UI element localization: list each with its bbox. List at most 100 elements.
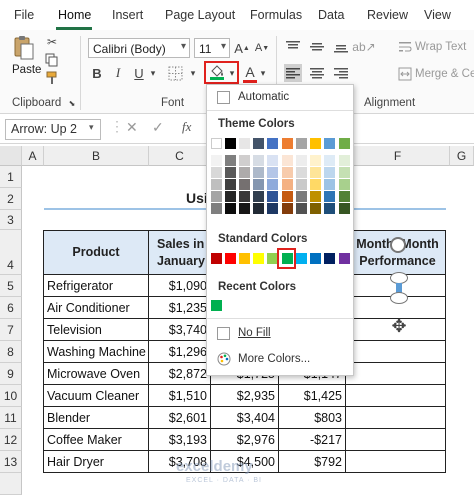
merge-center-icon[interactable] <box>398 67 412 81</box>
decrease-font-icon[interactable]: A ▼ <box>254 38 270 58</box>
chevron-down-icon[interactable]: ▾ <box>258 64 268 82</box>
theme-shade-swatch[interactable] <box>211 203 222 214</box>
tab-file[interactable]: File <box>14 8 34 22</box>
theme-shade-swatch[interactable] <box>239 167 250 178</box>
theme-shade-swatch[interactable] <box>253 191 264 202</box>
row-header[interactable] <box>0 473 22 495</box>
align-middle-icon[interactable] <box>308 38 326 56</box>
shape-handle[interactable] <box>390 292 408 304</box>
tab-data[interactable]: Data <box>318 8 344 22</box>
chevron-down-icon[interactable]: ▾ <box>148 64 158 82</box>
performance-cell[interactable] <box>346 407 446 429</box>
theme-color-swatch[interactable] <box>267 138 278 149</box>
theme-color-swatch[interactable] <box>282 138 293 149</box>
chevron-down-icon[interactable]: ▾ <box>89 122 94 133</box>
theme-shade-swatch[interactable] <box>282 203 293 214</box>
font-size-dropdown[interactable]: 11 ▾ <box>194 38 230 58</box>
bold-button[interactable]: B <box>89 64 105 82</box>
theme-shade-swatch[interactable] <box>339 179 350 190</box>
sales-january-cell[interactable]: $1,510 <box>149 385 211 407</box>
theme-shade-swatch[interactable] <box>324 203 335 214</box>
theme-color-swatch[interactable] <box>310 138 321 149</box>
theme-color-swatch[interactable] <box>211 138 222 149</box>
theme-shade-swatch[interactable] <box>253 203 264 214</box>
theme-shade-swatch[interactable] <box>324 179 335 190</box>
row-header[interactable]: 12 <box>0 429 22 451</box>
theme-shade-swatch[interactable] <box>267 155 278 166</box>
theme-shade-swatch[interactable] <box>253 155 264 166</box>
row-header[interactable]: 13 <box>0 451 22 473</box>
product-cell[interactable]: Air Conditioner <box>44 297 149 319</box>
sales-january-cell[interactable]: $3,740 <box>149 319 211 341</box>
wrap-text-icon[interactable] <box>398 40 412 54</box>
standard-color-swatch[interactable] <box>225 253 236 264</box>
theme-shade-swatch[interactable] <box>296 167 307 178</box>
theme-shade-swatch[interactable] <box>282 167 293 178</box>
theme-shade-swatch[interactable] <box>239 191 250 202</box>
format-painter-icon[interactable] <box>44 71 60 85</box>
product-cell[interactable]: Blender <box>44 407 149 429</box>
row-header[interactable]: 8 <box>0 341 22 363</box>
performance-cell[interactable] <box>346 451 446 473</box>
sales-january-cell[interactable]: $3,193 <box>149 429 211 451</box>
tab-home[interactable]: Home <box>58 8 91 22</box>
product-cell[interactable]: Vacuum Cleaner <box>44 385 149 407</box>
product-cell[interactable]: Washing Machine <box>44 341 149 363</box>
standard-color-swatch[interactable] <box>324 253 335 264</box>
automatic-color-swatch[interactable] <box>217 91 230 104</box>
sales-january-cell[interactable]: $2,601 <box>149 407 211 429</box>
standard-color-swatch[interactable] <box>253 253 264 264</box>
theme-shade-swatch[interactable] <box>324 167 335 178</box>
chevron-down-icon[interactable]: ▾ <box>188 64 198 82</box>
theme-color-swatch[interactable] <box>225 138 236 149</box>
theme-shade-swatch[interactable] <box>225 191 236 202</box>
align-top-icon[interactable] <box>284 38 302 56</box>
row-header[interactable]: 6 <box>0 297 22 319</box>
performance-cell[interactable] <box>346 363 446 385</box>
wrap-text-label[interactable]: Wrap Text <box>415 41 466 53</box>
sales-january-cell[interactable]: $1,235 <box>149 297 211 319</box>
column-header[interactable]: G <box>450 146 474 166</box>
borders-icon[interactable] <box>164 64 186 82</box>
row-header[interactable]: 7 <box>0 319 22 341</box>
align-left-icon[interactable] <box>284 64 302 82</box>
theme-shade-swatch[interactable] <box>296 203 307 214</box>
row-header[interactable]: 1 <box>0 166 22 188</box>
paste-label[interactable]: Paste <box>12 64 41 76</box>
merge-center-label[interactable]: Merge & Ce <box>415 68 474 80</box>
rotate-handle-icon[interactable] <box>390 237 406 253</box>
theme-shade-swatch[interactable] <box>267 179 278 190</box>
theme-shade-swatch[interactable] <box>267 203 278 214</box>
theme-shade-swatch[interactable] <box>282 155 293 166</box>
name-box[interactable]: Arrow: Up 2 <box>5 119 101 140</box>
cancel-icon[interactable]: ✕ <box>126 119 138 136</box>
row-header[interactable]: 9 <box>0 363 22 385</box>
automatic-label[interactable]: Automatic <box>238 91 289 103</box>
theme-shade-swatch[interactable] <box>310 191 321 202</box>
row-header[interactable]: 2 <box>0 188 22 210</box>
paste-icon[interactable] <box>10 34 36 62</box>
theme-shade-swatch[interactable] <box>239 155 250 166</box>
align-bottom-icon[interactable] <box>332 38 350 56</box>
tab-page-layout[interactable]: Page Layout <box>165 8 235 22</box>
theme-shade-swatch[interactable] <box>225 203 236 214</box>
product-cell[interactable]: Hair Dryer <box>44 451 149 473</box>
theme-shade-swatch[interactable] <box>211 179 222 190</box>
no-fill-option[interactable]: No Fill <box>238 327 271 339</box>
theme-shade-swatch[interactable] <box>225 167 236 178</box>
theme-color-swatch[interactable] <box>253 138 264 149</box>
column-header[interactable]: C <box>149 146 211 166</box>
sales-cell[interactable]: $2,935 <box>211 385 279 407</box>
italic-button[interactable]: I <box>110 64 126 82</box>
no-fill-swatch[interactable] <box>217 327 230 340</box>
performance-cell[interactable] <box>346 341 446 363</box>
theme-shade-swatch[interactable] <box>211 167 222 178</box>
theme-shade-swatch[interactable] <box>267 191 278 202</box>
theme-shade-swatch[interactable] <box>253 179 264 190</box>
row-header[interactable]: 10 <box>0 385 22 407</box>
theme-shade-swatch[interactable] <box>339 203 350 214</box>
enter-icon[interactable]: ✓ <box>152 119 164 136</box>
column-header[interactable]: A <box>22 146 44 166</box>
sales-cell[interactable]: $2,976 <box>211 429 279 451</box>
theme-color-swatch[interactable] <box>239 138 250 149</box>
